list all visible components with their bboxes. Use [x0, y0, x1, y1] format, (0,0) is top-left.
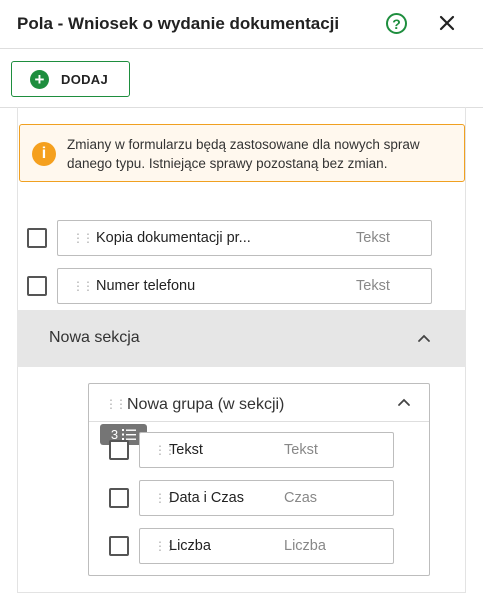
help-icon[interactable]: ?	[386, 13, 407, 34]
field-type: Tekst	[356, 278, 390, 294]
field-name: Liczba	[169, 538, 211, 554]
section-header[interactable]: Nowa sekcja	[17, 310, 466, 367]
field-name: Kopia dokumentacji pr...	[96, 230, 251, 246]
add-button-label: DODAJ	[61, 71, 109, 87]
field-checkbox[interactable]	[27, 228, 47, 248]
page-title: Pola - Wniosek o wydanie dokumentacji	[17, 14, 340, 33]
field-checkbox[interactable]	[109, 536, 129, 556]
field-row[interactable]: ⋮⋮ Tekst Tekst	[139, 432, 394, 468]
field-checkbox[interactable]	[109, 488, 129, 508]
field-name: Tekst	[169, 442, 203, 458]
list-icon	[122, 429, 137, 440]
section-title: Nowa sekcja	[49, 329, 140, 346]
drag-handle-icon[interactable]: ⋮⋮	[105, 397, 127, 411]
field-type: Czas	[284, 490, 318, 506]
close-icon[interactable]	[436, 12, 458, 34]
field-row[interactable]: ⋮⋮ Kopia dokumentacji pr... Tekst	[57, 220, 432, 256]
chevron-up-icon[interactable]	[397, 395, 411, 409]
info-banner: i Zmiany w formularzu będą zastosowane d…	[19, 124, 465, 182]
add-button[interactable]: + DODAJ	[11, 61, 130, 97]
field-checkbox[interactable]	[27, 276, 47, 296]
group-divider	[89, 421, 429, 422]
field-type: Liczba	[284, 538, 326, 554]
plus-circle-icon: +	[30, 69, 49, 89]
field-row[interactable]: ⋮⋮ Numer telefonu Tekst	[57, 268, 432, 304]
group-title: Nowa grupa (w sekcji)	[127, 396, 285, 413]
info-text: Zmiany w formularzu będą zastosowane dla…	[67, 137, 420, 171]
header-divider	[0, 48, 483, 49]
chevron-up-icon[interactable]	[417, 331, 431, 345]
field-type: Tekst	[356, 230, 390, 246]
field-row[interactable]: ⋮⋮ Liczba Liczba	[139, 528, 394, 564]
field-checkbox[interactable]	[109, 440, 129, 460]
drag-handle-icon[interactable]: ⋮⋮	[72, 231, 94, 245]
field-row[interactable]: ⋮⋮ Data i Czas Czas	[139, 480, 394, 516]
drag-handle-icon[interactable]: ⋮⋮	[72, 279, 94, 293]
info-icon: i	[32, 142, 56, 166]
field-name: Numer telefonu	[96, 278, 196, 294]
field-type: Tekst	[284, 442, 318, 458]
field-name: Data i Czas	[169, 490, 244, 506]
